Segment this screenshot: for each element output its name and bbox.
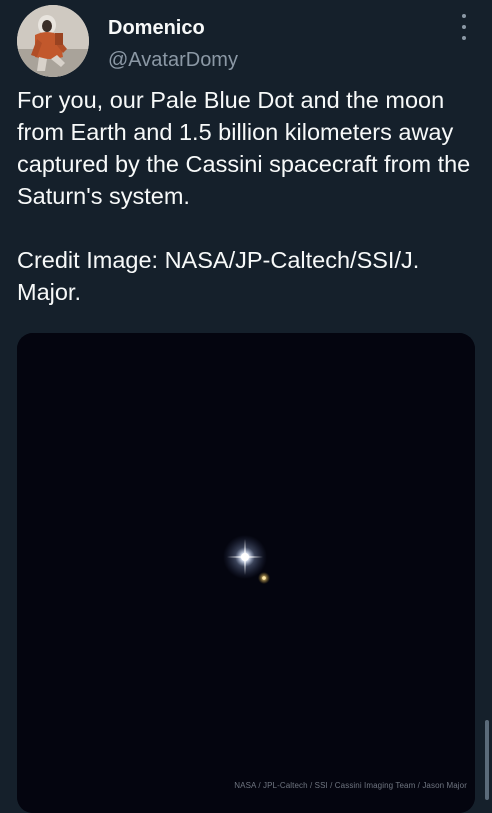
media-credit-caption: NASA / JPL-Caltech / SSI / Cassini Imagi… <box>234 781 467 790</box>
tweet-text: For you, our Pale Blue Dot and the moon … <box>17 84 479 308</box>
user-handle[interactable]: @AvatarDomy <box>108 48 238 72</box>
more-vertical-icon[interactable] <box>452 14 476 40</box>
avatar[interactable] <box>17 5 89 77</box>
earth-point <box>223 535 267 579</box>
space-photo <box>17 333 475 813</box>
astronaut-avatar-image <box>17 5 89 77</box>
scrollbar-thumb[interactable] <box>485 720 489 800</box>
more-dot-icon <box>462 14 466 18</box>
more-dot-icon <box>462 25 466 29</box>
tweet-credit-paragraph: Credit Image: NASA/JP-Caltech/SSI/J. Maj… <box>17 247 420 305</box>
display-name[interactable]: Domenico <box>108 16 205 40</box>
moon-point <box>258 572 270 584</box>
more-dot-icon <box>462 36 466 40</box>
tweet-header: Domenico @AvatarDomy <box>0 0 492 80</box>
tweet-text-paragraph: For you, our Pale Blue Dot and the moon … <box>17 87 471 209</box>
tweet-media-image[interactable]: NASA / JPL-Caltech / SSI / Cassini Imagi… <box>17 333 475 813</box>
